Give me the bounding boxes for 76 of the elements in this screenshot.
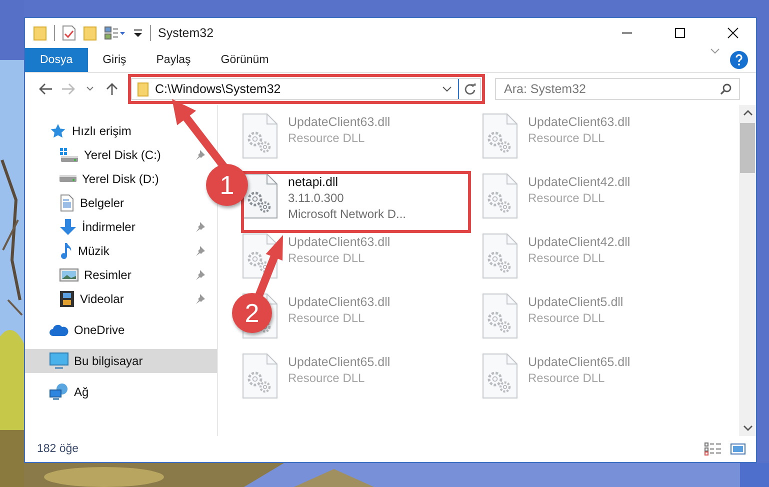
pin-icon[interactable] <box>195 270 205 280</box>
star-icon <box>49 123 67 139</box>
dll-file-icon <box>242 113 278 159</box>
ribbon-tab[interactable]: Dosya <box>25 48 88 72</box>
folder-icon <box>33 25 47 41</box>
scroll-thumb[interactable] <box>740 123 755 173</box>
file-detail: Resource DLL <box>528 190 606 206</box>
file-detail: Microsoft Network D... <box>288 206 406 222</box>
music-note-icon <box>59 242 73 260</box>
up-arrow-icon <box>106 82 118 96</box>
forward-arrow-icon <box>61 83 75 95</box>
folder-icon <box>137 82 149 96</box>
sidebar-item[interactable]: Müzik <box>25 239 205 263</box>
scrollbar[interactable] <box>739 105 756 436</box>
dll-file-icon <box>482 173 518 219</box>
cloud-icon <box>49 323 69 337</box>
file-detail: Resource DLL <box>288 250 366 266</box>
sidebar-item[interactable]: Yerel Disk (D:) <box>25 167 205 191</box>
caret-icon <box>86 86 94 92</box>
file-detail: Resource DLL <box>528 250 606 266</box>
pin-icon[interactable] <box>195 246 205 256</box>
dll-file-icon <box>242 173 278 219</box>
pictures-icon <box>59 267 79 283</box>
item-count: 182 öğe <box>37 443 79 455</box>
question-mark-icon <box>735 54 743 66</box>
sidebar-item[interactable]: Belgeler <box>25 191 205 215</box>
dll-file-icon <box>482 233 518 279</box>
search-field[interactable]: Ara: System32 <box>495 78 740 100</box>
search-icon[interactable] <box>720 83 732 95</box>
dll-file-icon <box>242 353 278 399</box>
monitor-icon <box>49 352 69 370</box>
window-title: System32 <box>158 26 214 40</box>
help-button[interactable] <box>730 51 748 69</box>
properties-icon[interactable] <box>62 25 76 41</box>
pin-icon[interactable] <box>195 150 205 160</box>
file-name[interactable]: netapi.dll <box>288 174 406 190</box>
pin-icon[interactable] <box>195 222 205 232</box>
back-arrow-icon <box>39 83 53 95</box>
file-detail: 3.11.0.300 <box>288 190 345 206</box>
sidebar-item[interactable]: Ağ <box>25 380 205 404</box>
file-detail: Resource DLL <box>528 310 606 326</box>
details-view-icon[interactable] <box>704 442 722 456</box>
ribbon-tab[interactable]: Giriş <box>88 48 142 72</box>
expand-ribbon-icon[interactable] <box>710 48 720 54</box>
sidebar-item[interactable]: Hızlı erişim <box>25 119 205 143</box>
pin-icon[interactable] <box>195 294 205 304</box>
dll-file-icon <box>482 293 518 339</box>
close-icon <box>727 27 739 39</box>
file-detail: Resource DLL <box>288 310 366 326</box>
file-detail: Resource DLL <box>528 130 606 146</box>
download-arrow-icon <box>59 218 77 236</box>
sidebar-item[interactable]: Resimler <box>25 263 205 287</box>
sidebar-item[interactable]: OneDrive <box>25 318 205 342</box>
sidebar-item[interactable]: Yerel Disk (C:) <box>25 143 205 167</box>
ribbon-tab[interactable]: Görünüm <box>206 48 284 72</box>
file-detail: Resource DLL <box>288 130 366 146</box>
film-icon <box>59 290 75 308</box>
sidebar-item[interactable]: İndirmeler <box>25 215 205 239</box>
sidebar-item[interactable]: Bu bilgisayar <box>25 349 217 373</box>
dll-file-icon <box>482 113 518 159</box>
drive-icon <box>59 175 77 183</box>
sidebar-item[interactable]: Videolar <box>25 287 205 311</box>
file-detail: Resource DLL <box>288 370 366 386</box>
dropdown-icon[interactable] <box>442 85 452 93</box>
document-icon <box>59 194 75 212</box>
address-field[interactable]: C:\Windows\System32 <box>131 78 481 100</box>
drive-icon <box>59 147 79 163</box>
dll-file-icon <box>482 353 518 399</box>
network-icon <box>49 383 69 401</box>
large-icons-view-icon[interactable] <box>730 442 746 456</box>
ribbon-tab[interactable]: Paylaş <box>141 48 206 72</box>
customize-toolbar-icon[interactable] <box>133 28 143 38</box>
view-options-icon[interactable] <box>104 26 126 40</box>
refresh-icon <box>464 83 476 95</box>
maximize-icon <box>674 27 686 39</box>
file-detail: Resource DLL <box>528 370 606 386</box>
